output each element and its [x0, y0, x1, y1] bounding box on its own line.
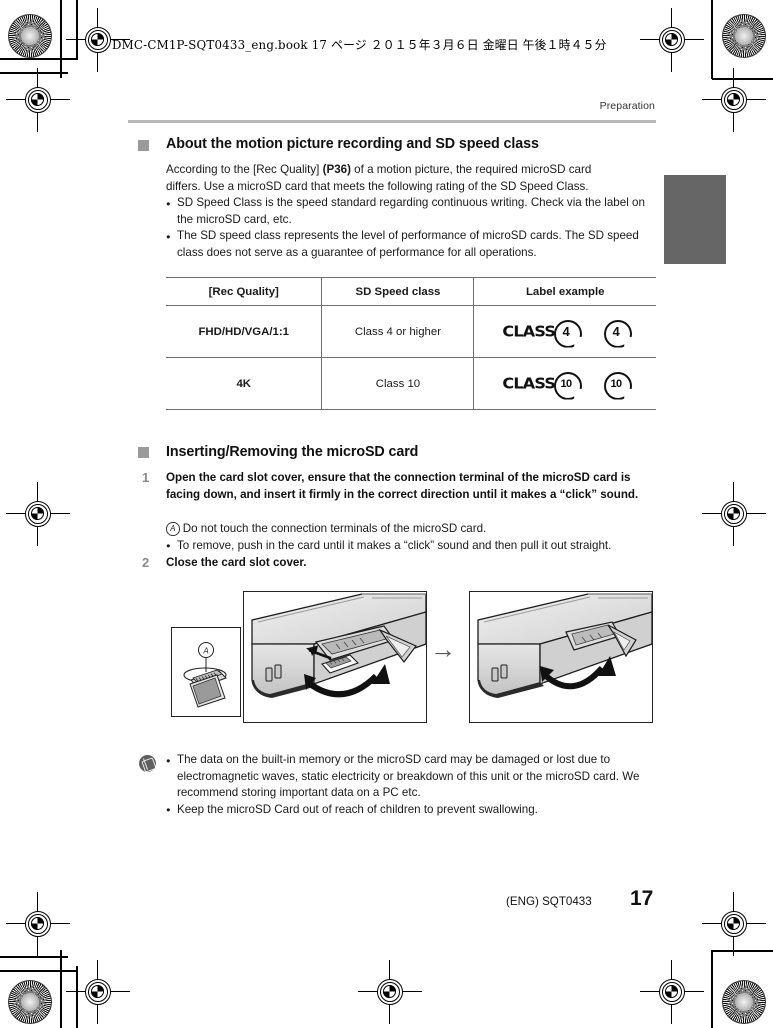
section-heading-insert-remove: Inserting/Removing the microSD card [166, 444, 419, 460]
section-heading-sd-speed-class: About the motion picture recording and S… [166, 136, 539, 152]
class-number-1b: 4 [612, 324, 620, 339]
crop-line-bottom-right-v [711, 950, 713, 1028]
chapter-thumb-tab [664, 175, 726, 264]
note-bullet-1: The data on the built-in memory or the m… [166, 752, 662, 802]
registration-mark-lower-left [6, 892, 70, 956]
running-head: Preparation [599, 100, 655, 112]
registration-starburst-bottom-right [722, 980, 766, 1024]
sd-bullet-2: The SD speed class represents the level … [166, 228, 658, 261]
circled-a-marker: A [166, 522, 180, 536]
svg-text:A: A [202, 647, 208, 656]
class-number-1: 4 [562, 324, 570, 339]
cell-rec-quality-2: 4K [236, 377, 251, 390]
class-ring-icon-1: 4 [554, 319, 583, 348]
step-text-2: Close the card slot cover. [166, 556, 307, 569]
illustration-close-cover [469, 591, 653, 723]
sd-speed-class-table: [Rec Quality] SD Speed class Label examp… [166, 277, 656, 410]
classlogo-word-2: CLASS [502, 374, 556, 393]
note-bullet-2: Keep the microSD Card out of reach of ch… [166, 801, 662, 819]
sd-speed-class-intro: According to the [Rec Quality] (P36) of … [166, 162, 658, 262]
crop-line-top-left-v [60, 0, 62, 78]
registration-starburst-bottom-left [8, 980, 52, 1024]
manual-page: DMC-CM1P-SQT0433_eng.book 17 ページ ２０１５年３月… [0, 0, 773, 1028]
camera-insert-svg [251, 593, 426, 698]
footer-page-number: 17 [630, 887, 654, 910]
cell-label-example-2: CLASS 10 10 [473, 357, 656, 410]
registration-mark-bottom-left [66, 960, 130, 1024]
table-col-label-example: Label example [473, 277, 656, 306]
registration-mark-top-left [66, 8, 130, 72]
illustration-microsd-card-inset: A [171, 627, 241, 717]
step-text-1: Open the card slot cover, ensure that th… [166, 471, 639, 501]
registration-mark-mid-right [702, 482, 766, 546]
header-rule [128, 120, 656, 123]
class-number-2: 10 [560, 377, 572, 390]
crop-line-bottom-left-v [60, 950, 62, 1028]
crop-line-top-right-h [712, 78, 773, 80]
notes-group: The data on the built-in memory or the m… [166, 752, 662, 818]
microsd-card-svg: A [183, 642, 227, 708]
crop-line-bottom-right-h [712, 950, 773, 952]
classlogo-word-1: CLASS [502, 322, 556, 341]
sd-class-logos-2: CLASS 10 10 [474, 371, 656, 400]
step-number-1: 1 [142, 470, 150, 485]
sd-class-logos-1: CLASS 4 4 [474, 319, 656, 348]
registration-mark-top-right [640, 8, 704, 72]
transition-arrow-icon: → [430, 634, 456, 664]
registration-mark-bottom-right [640, 960, 704, 1024]
sd-bullet-1: SD Speed Class is the speed standard reg… [166, 195, 658, 228]
step-1-sub-group: A Do not touch the connection terminals … [166, 521, 662, 554]
step-1-marker-text: Do not touch the connection terminals of… [182, 522, 487, 535]
crop-line-bottom-left-h [0, 956, 68, 958]
table-header-row: [Rec Quality] SD Speed class Label examp… [166, 277, 656, 306]
step-number-2: 2 [142, 555, 150, 570]
illustration-insert-card [243, 591, 427, 723]
table-col-rec-quality: [Rec Quality] [166, 277, 322, 306]
table-row: 4K Class 10 CLASS 10 10 [166, 357, 656, 410]
footer-doc-id: (ENG) SQT0433 [506, 895, 592, 908]
class-ring-icon-2b: 10 [604, 371, 633, 400]
crop-line-top-left-h [0, 72, 68, 74]
section-bullet-sd-speed-class [138, 140, 149, 151]
class-number-2b: 10 [610, 377, 622, 390]
registration-starburst-top-left [8, 14, 52, 58]
crop-line-top-left-v2 [76, 0, 78, 60]
step-1-marker-note: A Do not touch the connection terminals … [166, 521, 662, 538]
class4-wordmark-logo: CLASS 4 [502, 319, 583, 348]
crop-line-top-right-v [711, 0, 713, 79]
table-col-speed-class: SD Speed class [321, 277, 474, 306]
intro-line-2: differs. Use a microSD card that meets t… [166, 179, 589, 193]
step-1-bullet: To remove, push in the card until it mak… [166, 537, 662, 555]
crop-line-bottom-left-h2 [0, 970, 78, 972]
cell-speed-class-2: Class 10 [321, 357, 474, 410]
class10-wordmark-logo: CLASS 10 [502, 371, 583, 400]
intro-line-1: According to the [Rec Quality] (P36) of … [166, 163, 592, 176]
crop-line-bottom-left-v2 [76, 966, 78, 1028]
registration-mark-lower-right [702, 892, 766, 956]
registration-mark-upper-right [702, 68, 766, 132]
memo-icon [139, 755, 156, 772]
section-bullet-insert-remove [138, 447, 149, 458]
table-row: FHD/HD/VGA/1:1 Class 4 or higher CLASS 4… [166, 305, 656, 358]
registration-mark-bottom-center [358, 960, 422, 1024]
registration-mark-upper-left [6, 68, 70, 132]
book-file-header: DMC-CM1P-SQT0433_eng.book 17 ページ ２０１５年３月… [112, 38, 607, 52]
crop-line-top-left-h2 [0, 58, 78, 60]
cell-rec-quality-1: FHD/HD/VGA/1:1 [198, 325, 289, 338]
registration-mark-mid-left [6, 482, 70, 546]
class-ring-icon-2: 10 [554, 371, 583, 400]
camera-close-svg [477, 593, 652, 698]
class-ring-icon-1b: 4 [604, 319, 633, 348]
cell-label-example-1: CLASS 4 4 [473, 305, 656, 358]
registration-starburst-top-right [722, 14, 766, 58]
page-ref: (P36) [322, 163, 351, 176]
cell-speed-class-1: Class 4 or higher [321, 305, 474, 358]
